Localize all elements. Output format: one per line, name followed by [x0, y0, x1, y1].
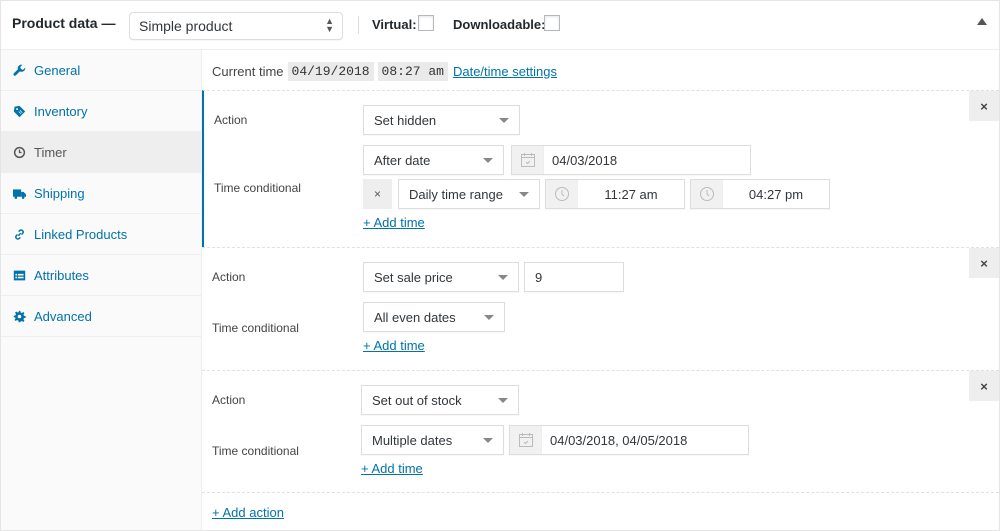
action-block: Action Set out of stock Time conditional…: [202, 370, 999, 493]
condition-type-value: All even dates: [374, 310, 456, 325]
current-time-label: Current time: [212, 63, 284, 79]
triangle-up-icon[interactable]: [977, 18, 987, 25]
tab-timer[interactable]: Timer: [1, 132, 201, 173]
caret-down-icon: [519, 192, 529, 197]
remove-action-button[interactable]: ×: [969, 371, 999, 401]
time-to-input[interactable]: 04:27 pm: [690, 179, 830, 209]
tab-label: Attributes: [34, 267, 89, 283]
current-date-value: 04/19/2018: [287, 61, 374, 81]
virtual-checkbox[interactable]: [418, 15, 434, 31]
gear-icon: [12, 309, 26, 323]
tab-label: Shipping: [34, 185, 85, 201]
current-time-value: 08:27 am: [377, 61, 448, 81]
condition-type-select[interactable]: After date: [363, 145, 504, 175]
remove-condition-button[interactable]: ×: [363, 179, 392, 209]
product-type-select[interactable]: Simple product ▲ ▼: [129, 12, 343, 40]
action-block: Action Set sale price 9 Time conditional…: [202, 247, 999, 370]
remove-action-button[interactable]: ×: [969, 91, 999, 121]
clock-icon: [12, 145, 26, 159]
current-time-row: Current time 04/19/2018 08:27 am Date/ti…: [212, 60, 557, 82]
condition-type-value: Multiple dates: [372, 433, 453, 448]
tab-inventory[interactable]: Inventory: [1, 91, 201, 132]
add-time-link[interactable]: + Add time: [363, 338, 425, 353]
sale-price-value: 9: [535, 269, 543, 285]
downloadable-checkbox[interactable]: [544, 15, 560, 31]
action-select[interactable]: Set sale price: [363, 262, 519, 292]
condition-type-select[interactable]: All even dates: [363, 302, 505, 332]
action-label: Action: [214, 113, 248, 127]
action-select-value: Set out of stock: [372, 393, 462, 408]
caret-down-icon: [499, 118, 509, 123]
action-block: Action Set hidden Time conditional After…: [202, 90, 999, 247]
dates-input[interactable]: 04/03/2018, 04/05/2018: [509, 425, 749, 455]
dates-input-value: 04/03/2018, 04/05/2018: [550, 432, 688, 448]
date-input-value: 04/03/2018: [552, 152, 618, 168]
remove-action-button[interactable]: ×: [969, 248, 999, 278]
caret-down-icon: [498, 398, 508, 403]
product-data-panel: Product data — Simple product ▲ ▼ Virtual…: [0, 0, 1000, 531]
caret-down-icon: [483, 158, 493, 163]
add-action-link[interactable]: + Add action: [212, 505, 284, 520]
tab-label: General: [34, 62, 81, 78]
time-conditional-label: Time conditional: [212, 444, 299, 458]
truck-icon: [12, 186, 26, 200]
date-input[interactable]: 04/03/2018: [511, 145, 751, 175]
divider: [202, 492, 999, 493]
add-time-link[interactable]: + Add time: [363, 215, 425, 230]
tab-general[interactable]: General: [1, 50, 201, 91]
tab-label: Inventory: [34, 103, 88, 119]
downloadable-label: Downloadable:: [453, 17, 546, 32]
caret-down-icon: [498, 275, 508, 280]
tab-advanced[interactable]: Advanced: [1, 296, 201, 337]
action-select-value: Set hidden: [374, 113, 437, 128]
list-card-icon: [12, 268, 26, 282]
add-time-link[interactable]: + Add time: [361, 461, 423, 476]
product-data-header: Product data — Simple product ▲ ▼ Virtual…: [1, 1, 999, 50]
panel-title: Product data —: [12, 15, 116, 31]
calendar-icon: [512, 146, 544, 174]
condition-type-select[interactable]: Daily time range: [398, 179, 540, 209]
tab-shipping[interactable]: Shipping: [1, 173, 201, 214]
link-icon: [12, 227, 26, 241]
caret-down-icon: [483, 438, 493, 443]
condition-type-value: After date: [374, 153, 431, 168]
time-conditional-label: Time conditional: [212, 321, 299, 335]
time-from-value: 11:27 am: [604, 186, 658, 202]
action-select[interactable]: Set hidden: [363, 105, 520, 135]
clock-icon: [546, 180, 578, 208]
product-type-value: Simple product: [139, 18, 233, 34]
tab-label: Linked Products: [34, 226, 128, 242]
calendar-icon: [510, 426, 542, 454]
condition-type-value: Daily time range: [409, 187, 503, 202]
tag-icon: [12, 104, 26, 118]
virtual-label: Virtual:: [372, 17, 417, 32]
clock-icon: [691, 180, 723, 208]
sale-price-input[interactable]: 9: [524, 262, 624, 292]
tab-attributes[interactable]: Attributes: [1, 255, 201, 296]
tab-linked-products[interactable]: Linked Products: [1, 214, 201, 255]
header-divider: [358, 16, 359, 34]
tab-label: Advanced: [34, 308, 92, 324]
timer-panel: Current time 04/19/2018 08:27 am Date/ti…: [202, 50, 999, 530]
condition-type-select[interactable]: Multiple dates: [361, 425, 504, 455]
date-time-settings-link[interactable]: Date/time settings: [453, 64, 557, 79]
time-conditional-label: Time conditional: [214, 181, 301, 195]
product-data-tabs: General Inventory Timer Shipping Linked …: [1, 50, 202, 530]
action-select[interactable]: Set out of stock: [361, 385, 519, 415]
action-label: Action: [212, 393, 246, 407]
caret-down-icon: [484, 315, 494, 320]
action-select-value: Set sale price: [374, 270, 453, 285]
select-arrows-icon: ▲ ▼: [325, 16, 334, 34]
action-label: Action: [212, 270, 246, 284]
time-to-value: 04:27 pm: [748, 186, 804, 202]
time-from-input[interactable]: 11:27 am: [545, 179, 685, 209]
wrench-icon: [12, 63, 26, 77]
tab-label: Timer: [34, 144, 67, 160]
